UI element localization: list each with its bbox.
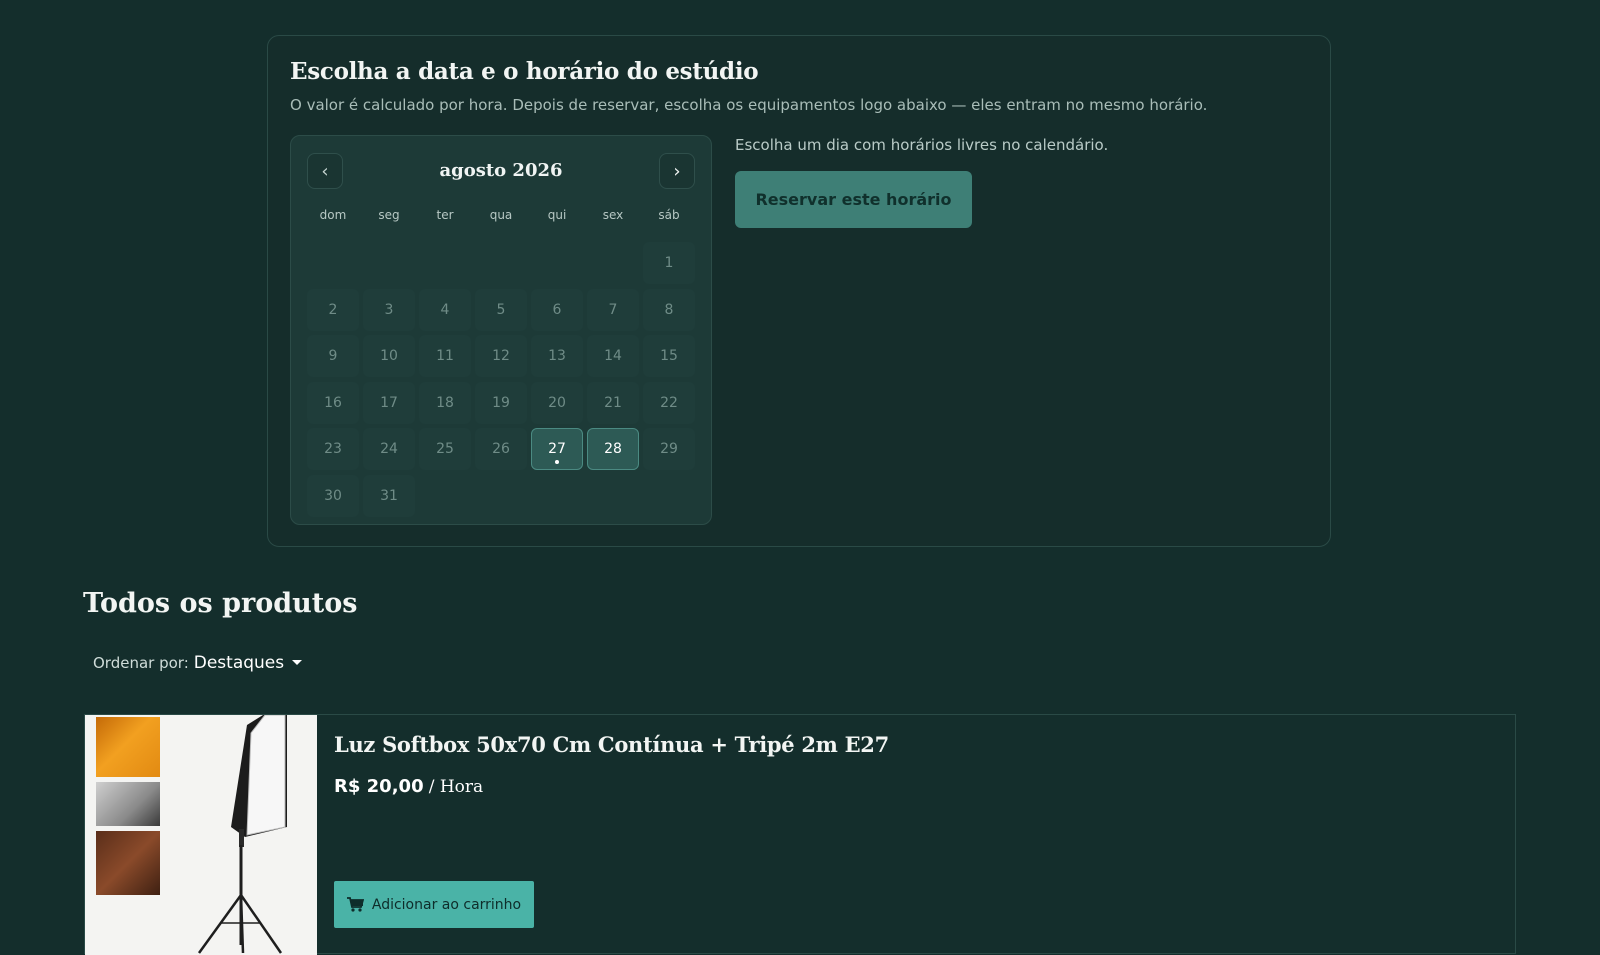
weekday-label: sex: [602, 208, 624, 222]
product-thumbnail: [96, 831, 160, 895]
calendar-day-number: 25: [436, 441, 454, 457]
calendar-day: 5: [475, 288, 527, 331]
caret-down-icon[interactable]: [292, 660, 303, 665]
calendar-day-number: 24: [380, 441, 398, 457]
calendar-day-number: 4: [440, 301, 450, 318]
booking-title: Escolha a data e o horário do estúdio: [290, 58, 759, 85]
calendar-day: 31: [363, 474, 415, 517]
calendar-day-number: 20: [548, 394, 566, 411]
calendar-day-number: 2: [328, 301, 338, 318]
calendar-day: 16: [307, 381, 359, 424]
reserve-button[interactable]: Reservar este horário: [735, 171, 972, 228]
calendar-day-number: 17: [380, 394, 398, 411]
calendar-day-number: 29: [660, 441, 678, 457]
calendar-day: 2: [307, 288, 359, 331]
add-to-cart-label: Adicionar ao carrinho: [371, 896, 522, 913]
calendar-day-number: 18: [436, 394, 454, 411]
calendar-day-number: 1: [664, 255, 674, 271]
calendar-day: 14: [587, 335, 639, 377]
calendar-day-number: 12: [492, 348, 510, 364]
calendar-day: 11: [419, 335, 471, 377]
calendar-day: 9: [307, 335, 359, 377]
calendar-month-label: agosto 2026: [439, 160, 563, 181]
calendar-day: 7: [587, 288, 639, 331]
calendar-day: 30: [307, 474, 359, 517]
chevron-right-icon: ›: [673, 160, 681, 182]
calendar-day-number: 27: [548, 441, 566, 457]
calendar-day: 17: [363, 381, 415, 424]
calendar-day: 6: [531, 288, 583, 331]
product-name[interactable]: Luz Softbox 50x70 Cm Contínua + Tripé 2m…: [334, 732, 889, 757]
softbox-tripod-illustration: [197, 715, 287, 954]
sort-dropdown[interactable]: Ordenar por: Destaques: [93, 653, 303, 677]
calendar-day-number: 15: [660, 348, 678, 364]
calendar-day-number: 26: [492, 441, 510, 457]
weekday-label: seg: [378, 208, 400, 222]
weekday-label: ter: [436, 208, 454, 222]
sort-label: Ordenar por:: [93, 654, 189, 672]
calendar-day-number: 14: [604, 348, 622, 364]
calendar-day-number: 5: [496, 301, 506, 318]
booking-hint: Escolha um dia com horários livres no ca…: [735, 136, 1109, 154]
booking-card: Escolha a data e o horário do estúdio O …: [267, 35, 1331, 547]
calendar-day: 8: [643, 288, 695, 331]
calendar-day: 19: [475, 381, 527, 424]
product-thumbnail: [96, 717, 160, 777]
weekday-label: dom: [319, 208, 347, 222]
calendar-day: 13: [531, 335, 583, 377]
calendar: ‹ agosto 2026 › dom seg ter qua qui sex sáb 12…: [290, 135, 712, 525]
calendar-day: 20: [531, 381, 583, 424]
calendar-day: 22: [643, 381, 695, 424]
calendar-day: 25: [419, 428, 471, 470]
booking-subtitle: O valor é calculado por hora. Depois de …: [290, 96, 1208, 114]
product-thumbnail: [96, 782, 160, 826]
calendar-day: 15: [643, 335, 695, 377]
calendar-day: 24: [363, 428, 415, 470]
calendar-day-number: 10: [380, 348, 398, 364]
next-month-button[interactable]: ›: [659, 153, 695, 189]
calendar-day: 26: [475, 428, 527, 470]
calendar-day: 29: [643, 428, 695, 470]
calendar-day: 12: [475, 335, 527, 377]
weekday-label: qua: [489, 208, 513, 222]
product-card: Luz Softbox 50x70 Cm Contínua + Tripé 2m…: [84, 714, 1516, 955]
calendar-day-number: 19: [492, 394, 510, 411]
calendar-day: 18: [419, 381, 471, 424]
calendar-day-number: 13: [548, 348, 566, 364]
weekday-label: sáb: [658, 208, 680, 222]
calendar-day-number: 30: [324, 487, 342, 504]
price-amount: R$ 20,00: [334, 776, 424, 797]
cart-icon: [346, 897, 364, 912]
day-marker-dot: [555, 460, 559, 464]
calendar-day-number: 21: [604, 394, 622, 411]
calendar-day-number: 3: [384, 301, 394, 318]
products-title: Todos os produtos: [83, 588, 358, 619]
calendar-day: 1: [643, 242, 695, 284]
calendar-grid: 1 2 3 4 5 6 7 8 9 10 11 12 13 14 15 16 17 18 19 20 21 22 23 24 2…: [307, 242, 699, 522]
calendar-day-available[interactable]: 27: [531, 428, 583, 470]
calendar-day-number: 8: [664, 301, 674, 318]
add-to-cart-button[interactable]: Adicionar ao carrinho: [334, 881, 534, 928]
calendar-day-number: 11: [436, 348, 454, 364]
price-unit: / Hora: [428, 777, 484, 797]
calendar-day-number: 6: [552, 301, 562, 318]
calendar-day: 4: [419, 288, 471, 331]
calendar-day-number: 23: [324, 441, 342, 457]
calendar-day-number: 22: [660, 394, 678, 411]
calendar-weekdays: dom seg ter qua qui sex sáb: [307, 208, 699, 228]
weekday-label: qui: [547, 208, 567, 222]
calendar-day-number: 7: [608, 301, 618, 318]
calendar-day-number: 31: [380, 487, 398, 504]
calendar-day-number: 9: [328, 348, 338, 364]
sort-value[interactable]: Destaques: [194, 653, 284, 673]
calendar-day: 10: [363, 335, 415, 377]
calendar-day: 23: [307, 428, 359, 470]
calendar-day: 21: [587, 381, 639, 424]
calendar-day: 3: [363, 288, 415, 331]
calendar-day-available[interactable]: 28: [587, 428, 639, 470]
product-image[interactable]: [85, 715, 317, 955]
calendar-day-number: 16: [324, 394, 342, 411]
calendar-day-number: 28: [604, 441, 622, 457]
product-price: R$ 20,00 / Hora: [334, 776, 483, 797]
